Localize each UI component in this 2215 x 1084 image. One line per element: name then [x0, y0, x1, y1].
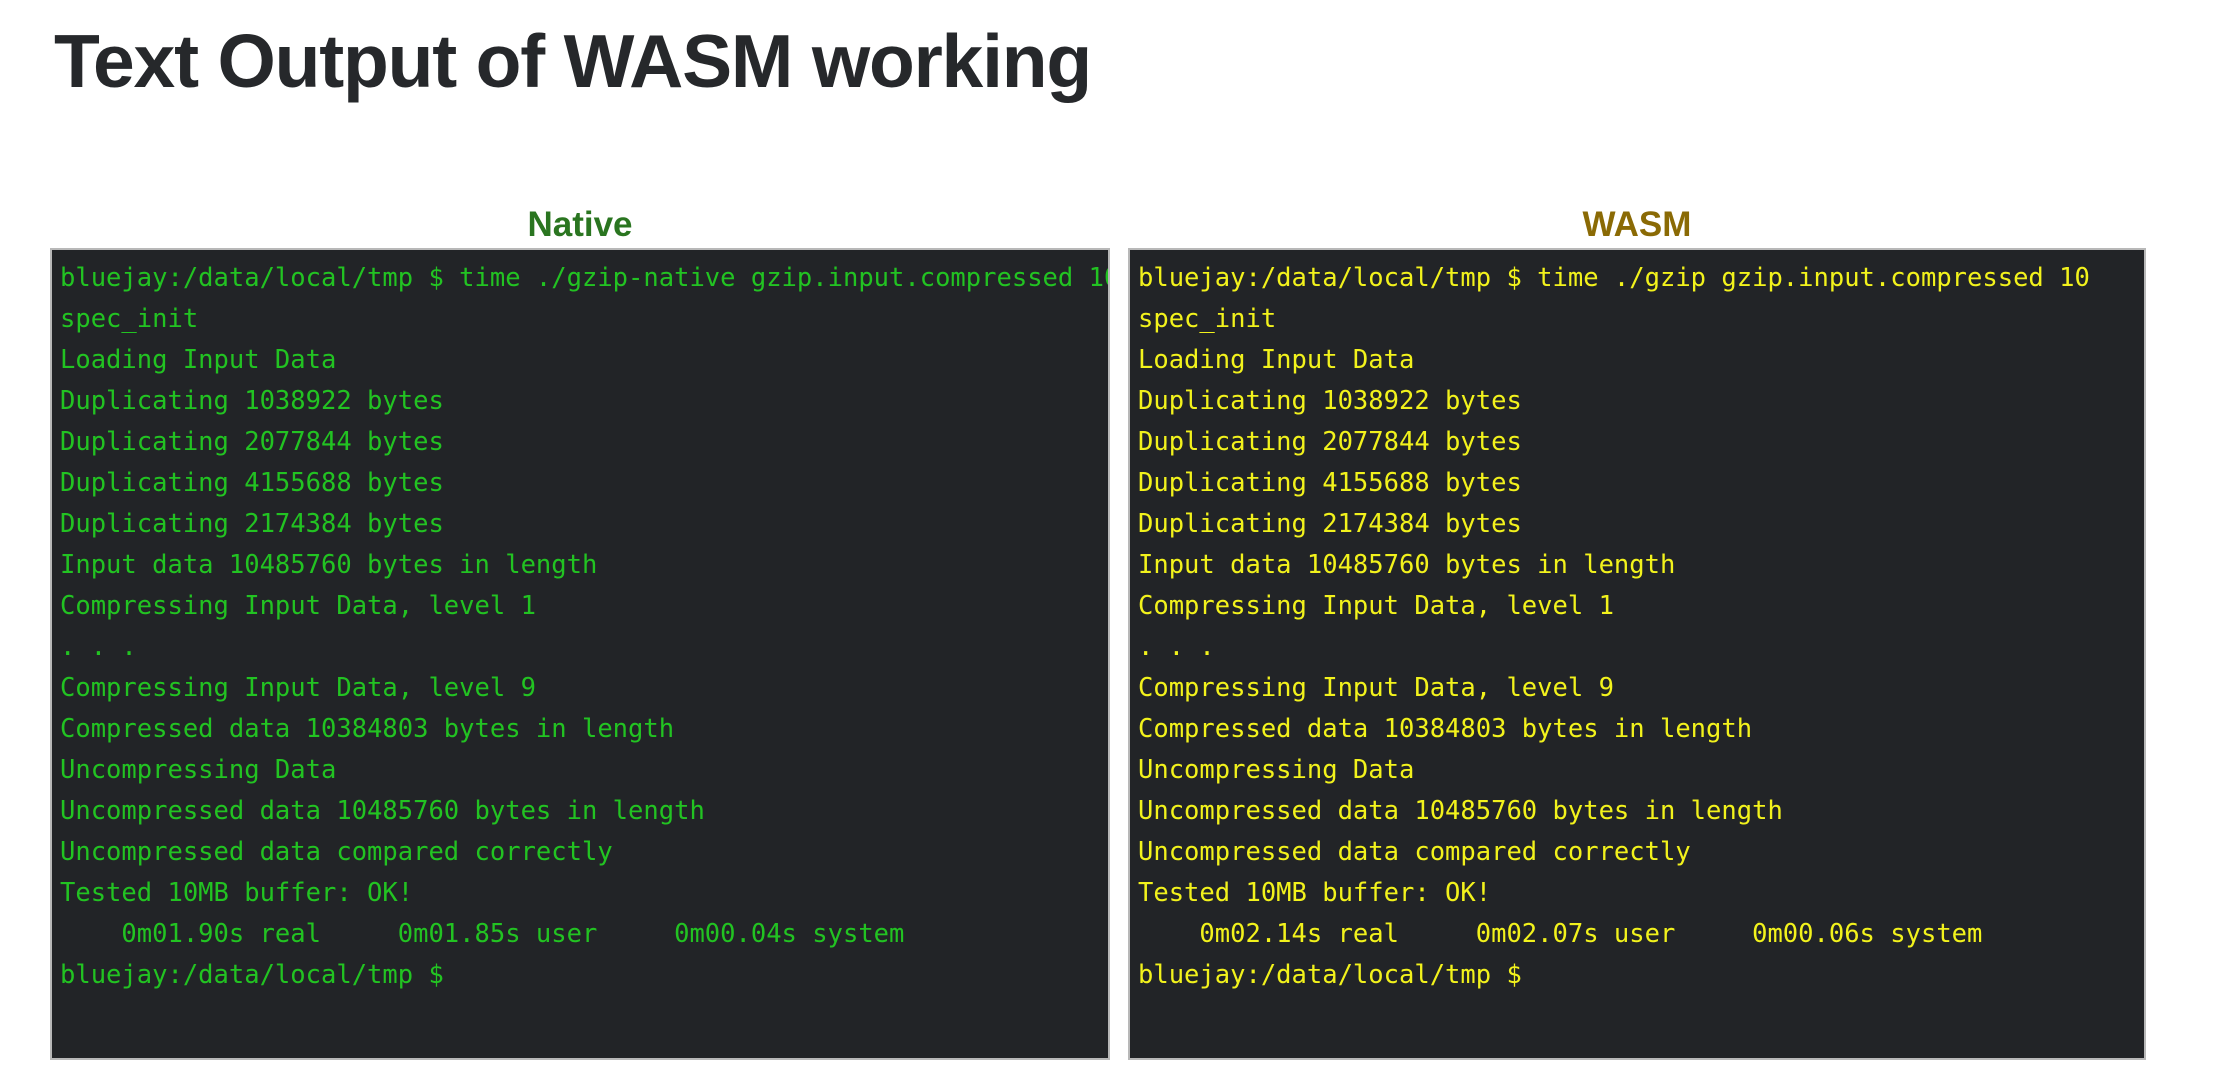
- terminal-line: Duplicating 2077844 bytes: [60, 427, 444, 457]
- terminal-line: Duplicating 2174384 bytes: [60, 509, 444, 539]
- terminal-line: Duplicating 2077844 bytes: [1138, 427, 1522, 457]
- terminal-line: bluejay:/data/local/tmp $ time ./gzip gz…: [1138, 263, 2090, 293]
- panel-heading-native: Native: [527, 205, 633, 244]
- terminal-output-native[interactable]: bluejay:/data/local/tmp $ time ./gzip-na…: [50, 248, 1110, 1060]
- terminal-line: . . .: [60, 632, 137, 662]
- terminal-line: bluejay:/data/local/tmp $: [1138, 960, 1522, 990]
- comparison-panels: Native bluejay:/data/local/tmp $ time ./…: [0, 192, 2215, 1084]
- terminal-output-wasm[interactable]: bluejay:/data/local/tmp $ time ./gzip gz…: [1128, 248, 2146, 1060]
- terminal-line: Compressed data 10384803 bytes in length: [1138, 714, 1753, 744]
- panel-native: Native bluejay:/data/local/tmp $ time ./…: [50, 192, 1110, 1060]
- terminal-line: Input data 10485760 bytes in length: [1138, 550, 1676, 580]
- terminal-line: Duplicating 1038922 bytes: [1138, 386, 1522, 416]
- terminal-line: Compressed data 10384803 bytes in length: [60, 714, 675, 744]
- terminal-line: Compressing Input Data, level 9: [1138, 673, 1614, 703]
- terminal-line: Duplicating 1038922 bytes: [60, 386, 444, 416]
- terminal-line: Loading Input Data: [60, 345, 337, 375]
- terminal-line: Compressing Input Data, level 9: [60, 673, 536, 703]
- terminal-line: 0m02.14s real 0m02.07s user 0m00.06s sys…: [1138, 919, 1983, 949]
- terminal-line: Uncompressed data 10485760 bytes in leng…: [1138, 796, 1783, 826]
- terminal-line: Loading Input Data: [1138, 345, 1415, 375]
- panel-heading-wasm: WASM: [1582, 205, 1692, 244]
- terminal-line: spec_init: [1138, 304, 1277, 334]
- page-title: Text Output of WASM working: [54, 19, 1092, 103]
- terminal-line: Duplicating 4155688 bytes: [60, 468, 444, 498]
- terminal-line: Tested 10MB buffer: OK!: [1138, 878, 1492, 908]
- terminal-line: Duplicating 4155688 bytes: [1138, 468, 1522, 498]
- terminal-line: Compressing Input Data, level 1: [1138, 591, 1614, 621]
- terminal-line: Uncompressed data compared correctly: [60, 837, 613, 867]
- terminal-line: bluejay:/data/local/tmp $ time ./gzip-na…: [60, 263, 1110, 293]
- terminal-line: . . .: [1138, 632, 1215, 662]
- terminal-line: 0m01.90s real 0m01.85s user 0m00.04s sys…: [60, 919, 905, 949]
- slide: Text Output of WASM working Native bluej…: [0, 0, 2215, 1084]
- panel-wasm: WASM bluejay:/data/local/tmp $ time ./gz…: [1128, 192, 2146, 1060]
- terminal-line: Uncompressing Data: [60, 755, 337, 785]
- terminal-line: Uncompressed data 10485760 bytes in leng…: [60, 796, 705, 826]
- terminal-line: bluejay:/data/local/tmp $: [60, 960, 444, 990]
- terminal-line: Compressing Input Data, level 1: [60, 591, 536, 621]
- terminal-line: Uncompressing Data: [1138, 755, 1415, 785]
- terminal-line: Duplicating 2174384 bytes: [1138, 509, 1522, 539]
- terminal-line: Tested 10MB buffer: OK!: [60, 878, 414, 908]
- terminal-line: Uncompressed data compared correctly: [1138, 837, 1691, 867]
- terminal-line: Input data 10485760 bytes in length: [60, 550, 598, 580]
- terminal-line: spec_init: [60, 304, 199, 334]
